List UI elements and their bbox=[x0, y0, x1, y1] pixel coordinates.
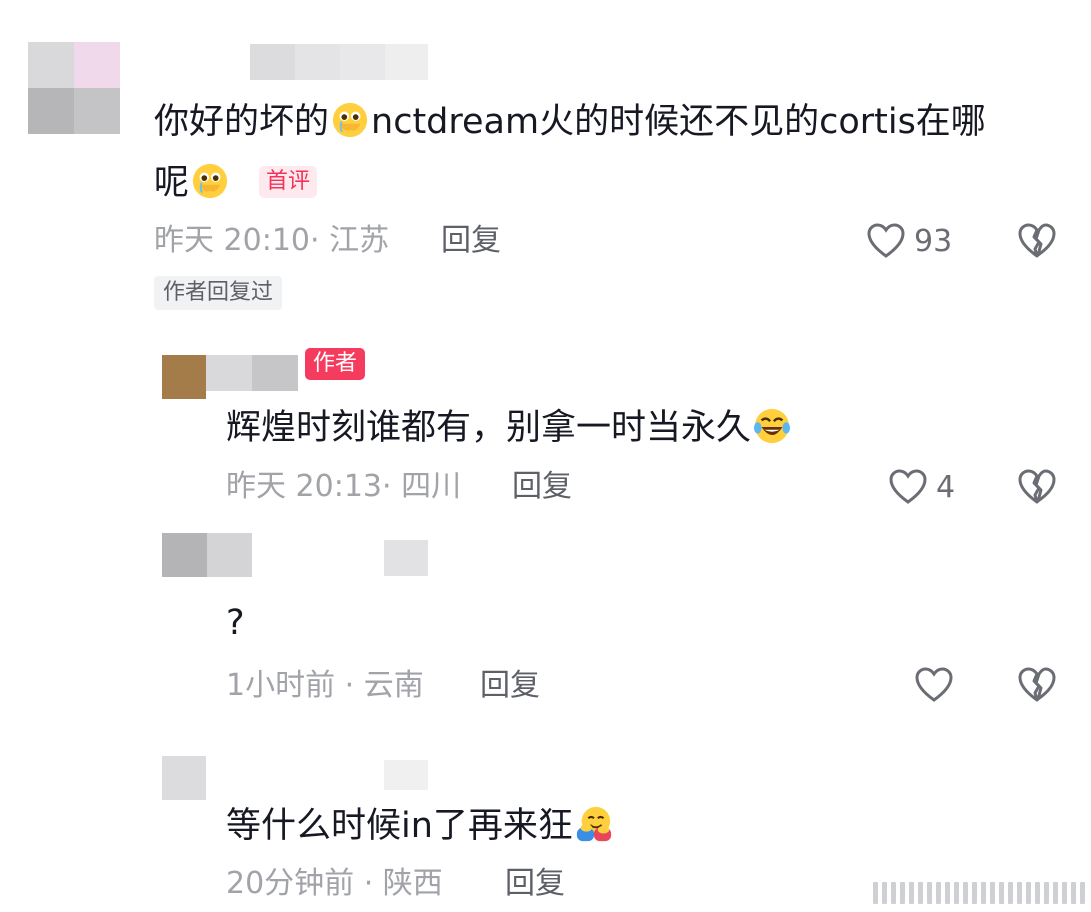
comment-text: ? bbox=[226, 603, 245, 643]
comment-text: 等什么时候in了再来狂 bbox=[226, 805, 615, 844]
author-replied-badge[interactable]: 作者回复过 bbox=[154, 276, 283, 310]
hugging-face-emoji bbox=[576, 806, 612, 842]
reply-button[interactable]: 回复 bbox=[512, 472, 572, 502]
first-comment-badge: 首评 bbox=[259, 166, 318, 198]
like-count: 93 bbox=[914, 224, 953, 259]
crying-face-emoji bbox=[192, 163, 228, 199]
avatar-blurred[interactable] bbox=[28, 42, 120, 134]
username-blurred[interactable] bbox=[206, 355, 298, 391]
broken-heart-icon[interactable] bbox=[1017, 468, 1057, 506]
comment-text-c: 呢 bbox=[154, 163, 190, 203]
reply-button[interactable]: 回复 bbox=[505, 869, 565, 899]
comment-text-main: 等什么时候in了再来狂 bbox=[226, 806, 573, 846]
comment-text-line-2: 呢 bbox=[154, 162, 231, 201]
broken-heart-icon[interactable] bbox=[1017, 666, 1057, 704]
comment-meta: 1小时前 · 云南 bbox=[226, 668, 424, 703]
comment-text-a: 你好的坏的 bbox=[154, 102, 330, 142]
crying-face-emoji bbox=[332, 102, 368, 138]
reply-button[interactable]: 回复 bbox=[441, 226, 501, 256]
username-blurred[interactable] bbox=[250, 44, 428, 80]
heart-outline-icon[interactable] bbox=[866, 222, 906, 260]
heart-outline-icon[interactable] bbox=[888, 468, 928, 506]
watermark-bars bbox=[873, 882, 1085, 904]
author-badge: 作者 bbox=[305, 348, 366, 380]
comment-text-line-1: 你好的坏的 nctdream火的时候还不见的cortis在哪 bbox=[154, 101, 986, 140]
comment-meta: 昨天 20:10· 江苏 bbox=[154, 223, 390, 258]
username-blurred[interactable] bbox=[384, 760, 428, 790]
like-count: 4 bbox=[936, 470, 956, 505]
username-blurred[interactable] bbox=[384, 540, 428, 576]
comment-text: 辉煌时刻谁都有，别拿一时当永久 bbox=[226, 407, 793, 446]
comment-meta: 20分钟前 · 陕西 bbox=[226, 866, 443, 901]
reply-button[interactable]: 回复 bbox=[480, 671, 540, 701]
heart-outline-icon[interactable] bbox=[914, 666, 954, 704]
comment-text-main: 辉煌时刻谁都有，别拿一时当永久 bbox=[226, 408, 752, 448]
tears-of-joy-emoji bbox=[753, 408, 791, 444]
avatar-blurred[interactable] bbox=[162, 533, 252, 577]
comment-text-b: nctdream火的时候还不见的cortis在哪 bbox=[371, 102, 986, 142]
comment-meta: 昨天 20:13· 四川 bbox=[226, 469, 462, 504]
avatar-blurred[interactable] bbox=[162, 355, 206, 399]
avatar-blurred[interactable] bbox=[162, 756, 206, 800]
broken-heart-icon[interactable] bbox=[1017, 222, 1057, 260]
